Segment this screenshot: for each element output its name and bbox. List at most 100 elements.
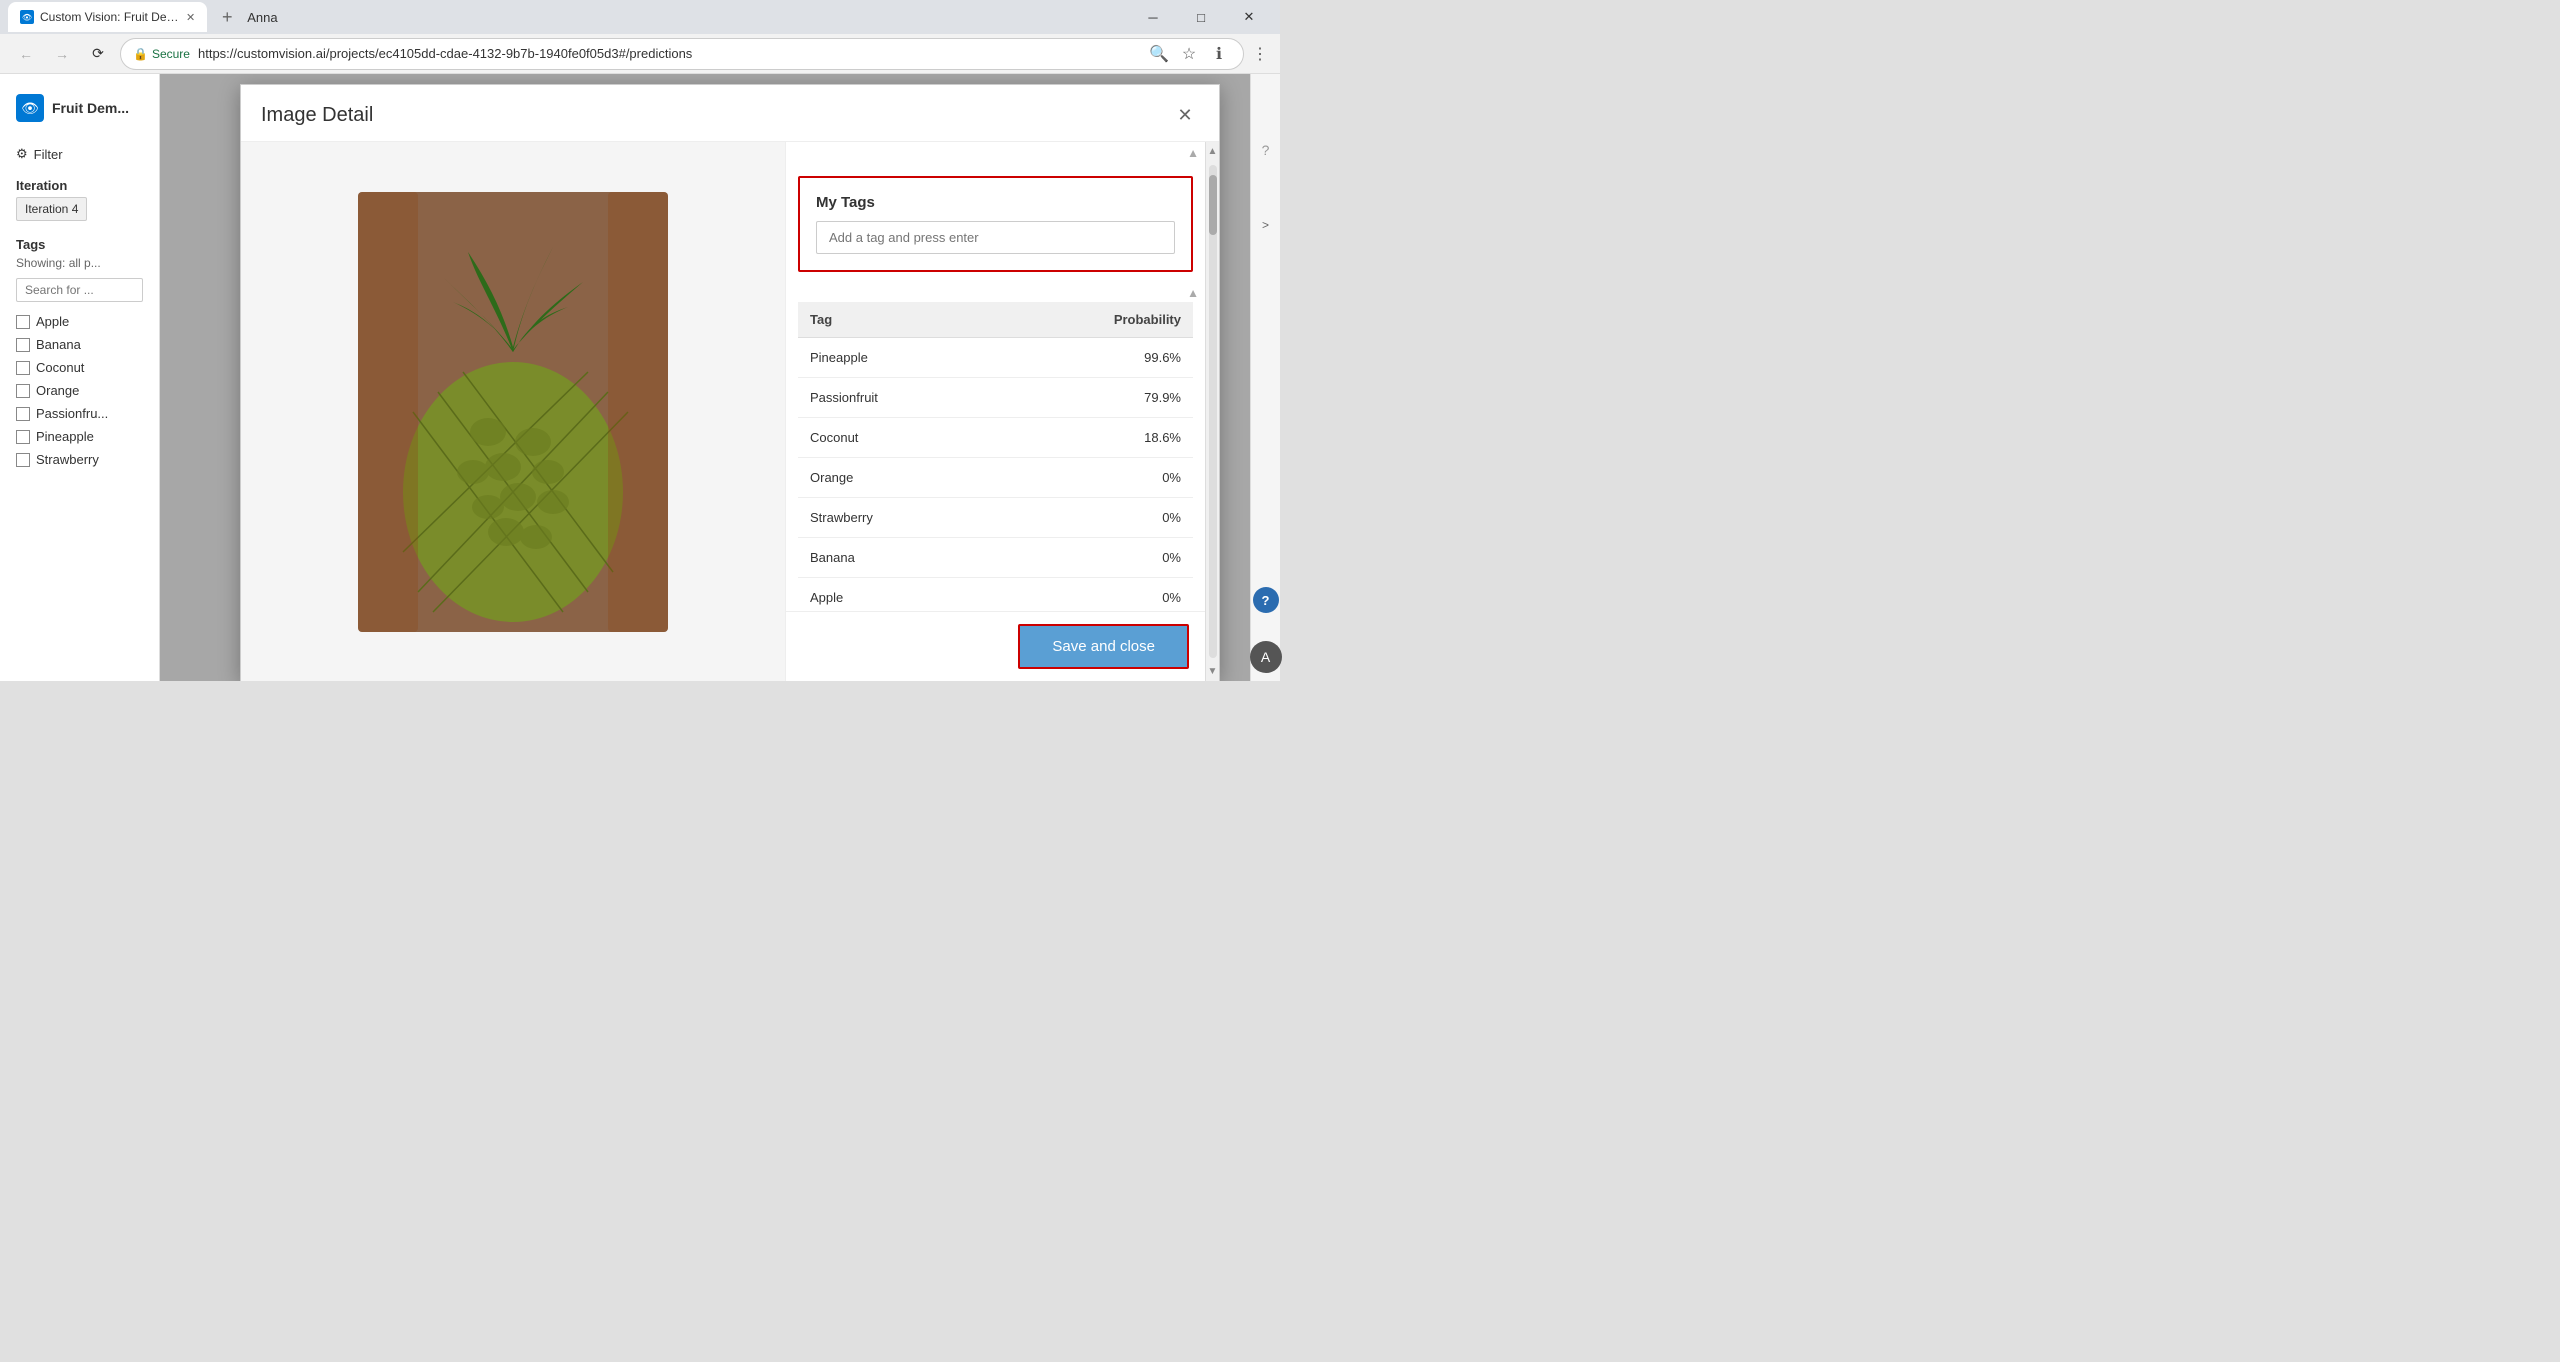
table-row: Passionfruit 79.9%: [798, 378, 1193, 418]
modal-right-panel: ▲ My Tags ▲ Tag: [785, 142, 1205, 681]
tag-label-orange: Orange: [36, 383, 79, 398]
new-tab-button[interactable]: +: [213, 3, 241, 31]
tag-cell: Orange: [798, 458, 996, 498]
probability-cell: 79.9%: [996, 378, 1193, 418]
tag-label-passionfruit: Passionfru...: [36, 406, 108, 421]
lock-icon: 🔒: [133, 47, 148, 61]
url-text: https://customvision.ai/projects/ec4105d…: [198, 46, 1139, 61]
probability-cell: 18.6%: [996, 418, 1193, 458]
sidebar-filter-button[interactable]: ⚙ Filter: [0, 138, 159, 170]
tag-checkbox-banana[interactable]: [16, 338, 30, 352]
window-controls: ─ □ ✕: [1130, 0, 1272, 34]
search-icon[interactable]: 🔍: [1147, 42, 1171, 66]
browser-menu-icon[interactable]: ⋮: [1252, 44, 1268, 64]
modal-footer: Save and close: [786, 611, 1205, 681]
scrollbar-up-arrow[interactable]: ▲: [1204, 142, 1219, 161]
tag-item-passionfruit[interactable]: Passionfru...: [16, 402, 143, 425]
modal-title: Image Detail: [261, 104, 373, 127]
table-row: Apple 0%: [798, 578, 1193, 612]
col-header-probability: Probability: [996, 302, 1193, 338]
address-bar[interactable]: 🔒 Secure https://customvision.ai/project…: [120, 38, 1244, 70]
help-bubble: ?: [1253, 587, 1279, 613]
secure-label: Secure: [152, 47, 190, 61]
address-icons: 🔍 ☆ ℹ: [1147, 42, 1231, 66]
tag-checkbox-strawberry[interactable]: [16, 453, 30, 467]
tag-add-input[interactable]: [816, 221, 1175, 254]
title-bar: 👁 Custom Vision: Fruit Dem... ✕ + Anna ─…: [0, 0, 1280, 34]
tab-close-icon[interactable]: ✕: [186, 11, 195, 24]
tag-item-strawberry[interactable]: Strawberry: [16, 448, 143, 471]
probability-cell: 0%: [996, 538, 1193, 578]
secure-badge: 🔒 Secure: [133, 47, 190, 61]
probability-cell: 0%: [996, 498, 1193, 538]
minimize-button[interactable]: ─: [1130, 0, 1176, 34]
browser-tab[interactable]: 👁 Custom Vision: Fruit Dem... ✕: [8, 2, 207, 32]
user-name-label: Anna: [247, 10, 277, 25]
browser-chrome: 👁 Custom Vision: Fruit Dem... ✕ + Anna ─…: [0, 0, 1280, 74]
modal-scrollbar[interactable]: ▲ ▼: [1205, 142, 1219, 681]
forward-button[interactable]: →: [48, 40, 76, 68]
star-icon[interactable]: ☆: [1177, 42, 1201, 66]
sidebar: 👁 Fruit Dem... ⚙ Filter Iteration Iterat…: [0, 74, 160, 681]
tag-checkbox-pineapple[interactable]: [16, 430, 30, 444]
tag-cell: Passionfruit: [798, 378, 996, 418]
scroll-mid-indicator: ▲: [786, 284, 1205, 302]
probability-cell: 0%: [996, 458, 1193, 498]
sidebar-project-title: Fruit Dem...: [52, 100, 129, 116]
main-area: Image Detail ✕: [160, 74, 1250, 681]
scrollbar-thumb[interactable]: [1209, 175, 1217, 235]
user-avatar: A: [1250, 641, 1282, 673]
tag-cell: Coconut: [798, 418, 996, 458]
table-row: Banana 0%: [798, 538, 1193, 578]
tag-checkbox-passionfruit[interactable]: [16, 407, 30, 421]
scrollbar-track[interactable]: [1209, 165, 1217, 658]
table-row: Coconut 18.6%: [798, 418, 1193, 458]
probability-cell: 99.6%: [996, 338, 1193, 378]
save-close-button[interactable]: Save and close: [1018, 624, 1189, 669]
page-content: 👁 Fruit Dem... ⚙ Filter Iteration Iterat…: [0, 74, 1280, 681]
col-header-tag: Tag: [798, 302, 996, 338]
tag-item-coconut[interactable]: Coconut: [16, 356, 143, 379]
back-button[interactable]: ←: [12, 40, 40, 68]
modal-image-area: [241, 142, 785, 681]
logo-text: 👁: [21, 100, 39, 117]
table-row: Strawberry 0%: [798, 498, 1193, 538]
tag-cell: Banana: [798, 538, 996, 578]
tag-checkbox-orange[interactable]: [16, 384, 30, 398]
iteration-button[interactable]: Iteration 4: [16, 197, 87, 221]
modal-close-button[interactable]: ✕: [1171, 101, 1199, 129]
iteration-section: Iteration Iteration 4: [0, 170, 159, 229]
my-tags-title: My Tags: [816, 194, 1175, 211]
filter-label: Filter: [34, 147, 63, 162]
tag-checkbox-coconut[interactable]: [16, 361, 30, 375]
right-panel-question-icon[interactable]: ?: [1262, 142, 1270, 158]
probability-cell: 0%: [996, 578, 1193, 612]
reload-button[interactable]: ⟳: [84, 40, 112, 68]
tag-checkbox-apple[interactable]: [16, 315, 30, 329]
tag-item-banana[interactable]: Banana: [16, 333, 143, 356]
info-icon[interactable]: ℹ: [1207, 42, 1231, 66]
predictions-section: Tag Probability Pineapple 99.6%: [786, 302, 1205, 611]
tag-item-apple[interactable]: Apple: [16, 310, 143, 333]
maximize-button[interactable]: □: [1178, 0, 1224, 34]
filter-icon: ⚙: [16, 146, 28, 162]
right-panel-expand-arrow[interactable]: >: [1262, 218, 1269, 232]
my-tags-section: My Tags: [798, 176, 1193, 272]
tag-item-pineapple[interactable]: Pineapple: [16, 425, 143, 448]
tags-search-input[interactable]: [16, 278, 143, 302]
scroll-top-indicator: ▲: [786, 142, 1205, 164]
close-button[interactable]: ✕: [1226, 0, 1272, 34]
tab-title: Custom Vision: Fruit Dem...: [40, 10, 180, 24]
tag-label-coconut: Coconut: [36, 360, 84, 375]
table-row: Pineapple 99.6%: [798, 338, 1193, 378]
tags-title: Tags: [16, 237, 143, 252]
tag-label-banana: Banana: [36, 337, 81, 352]
scrollbar-down-arrow[interactable]: ▼: [1204, 662, 1219, 681]
help-button[interactable]: ?: [1253, 587, 1279, 613]
tag-list: Apple Banana Coconut Orange Passionfru..…: [16, 310, 143, 471]
modal-body: ▲ My Tags ▲ Tag: [241, 142, 1219, 681]
tag-label-pineapple: Pineapple: [36, 429, 94, 444]
image-detail-modal: Image Detail ✕: [240, 84, 1220, 681]
tag-label-apple: Apple: [36, 314, 69, 329]
tag-item-orange[interactable]: Orange: [16, 379, 143, 402]
